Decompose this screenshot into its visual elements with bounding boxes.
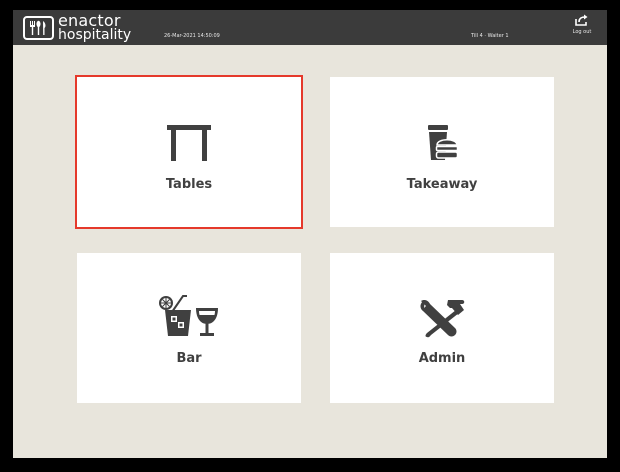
cutlery-icon xyxy=(23,15,54,40)
tables-tile[interactable]: Tables xyxy=(75,75,303,229)
brand-logo: enactor hospitality xyxy=(23,13,132,43)
tile-label: Bar xyxy=(176,351,202,366)
top-bar: enactor hospitality 26-Mar-2021 14:50:09… xyxy=(13,10,607,45)
logout-icon xyxy=(575,14,588,26)
app-screen: enactor hospitality 26-Mar-2021 14:50:09… xyxy=(13,10,607,458)
current-datetime: 26-Mar-2021 14:50:09 xyxy=(164,33,220,39)
takeaway-icon xyxy=(330,124,554,162)
logout-button[interactable]: Log out xyxy=(569,14,595,42)
tile-label: Admin xyxy=(418,351,466,366)
brand-line-2: hospitality xyxy=(58,27,132,43)
logout-label: Log out xyxy=(572,29,592,35)
admin-tools-icon xyxy=(330,298,554,338)
admin-tile[interactable]: Admin xyxy=(330,253,554,403)
bar-tile[interactable]: Bar xyxy=(77,253,301,403)
tile-label: Takeaway xyxy=(406,177,478,192)
table-icon xyxy=(77,124,301,162)
takeaway-tile[interactable]: Takeaway xyxy=(330,77,554,227)
till-waiter-info: Till 4 · Waiter 1 xyxy=(471,33,509,39)
bar-drinks-icon xyxy=(77,294,301,338)
brand-name: enactor hospitality xyxy=(58,13,132,43)
tile-label: Tables xyxy=(165,177,213,192)
